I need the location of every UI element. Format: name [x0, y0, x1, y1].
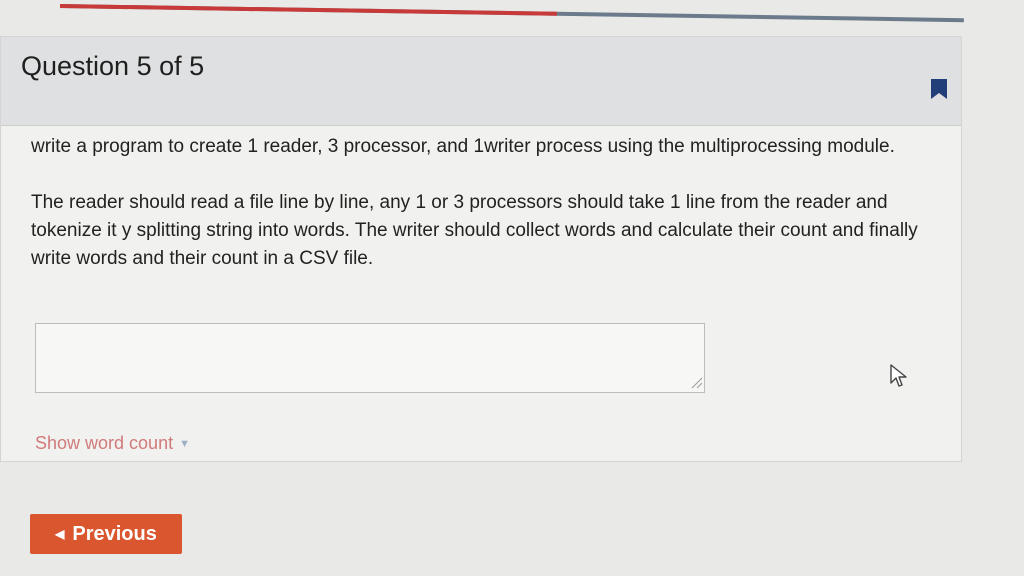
- question-paragraph-1: write a program to create 1 reader, 3 pr…: [31, 136, 895, 157]
- progress-track: [59, 4, 964, 23]
- question-body: write a program to create 1 reader, 3 pr…: [31, 133, 921, 301]
- question-panel: Question 5 of 5 write a program to creat…: [0, 36, 962, 462]
- mouse-cursor-icon: [890, 364, 907, 387]
- progress-bar: [0, 0, 1024, 23]
- progress-fill: [59, 4, 558, 16]
- chevron-left-icon: ◀: [55, 527, 65, 541]
- answer-textarea[interactable]: [35, 323, 705, 393]
- bookmark-icon[interactable]: [931, 79, 947, 99]
- resize-grip-icon[interactable]: [689, 375, 703, 389]
- caret-down-icon: ▼: [179, 438, 190, 450]
- question-paragraph-2: The reader should read a file line by li…: [31, 192, 918, 269]
- show-word-count-toggle[interactable]: Show word count ▼: [35, 433, 190, 454]
- question-title: Question 5 of 5: [21, 51, 205, 81]
- question-header: Question 5 of 5: [1, 37, 961, 126]
- previous-button-label: Previous: [72, 522, 157, 545]
- previous-button[interactable]: ◀ Previous: [30, 514, 182, 554]
- word-count-label: Show word count: [35, 433, 174, 453]
